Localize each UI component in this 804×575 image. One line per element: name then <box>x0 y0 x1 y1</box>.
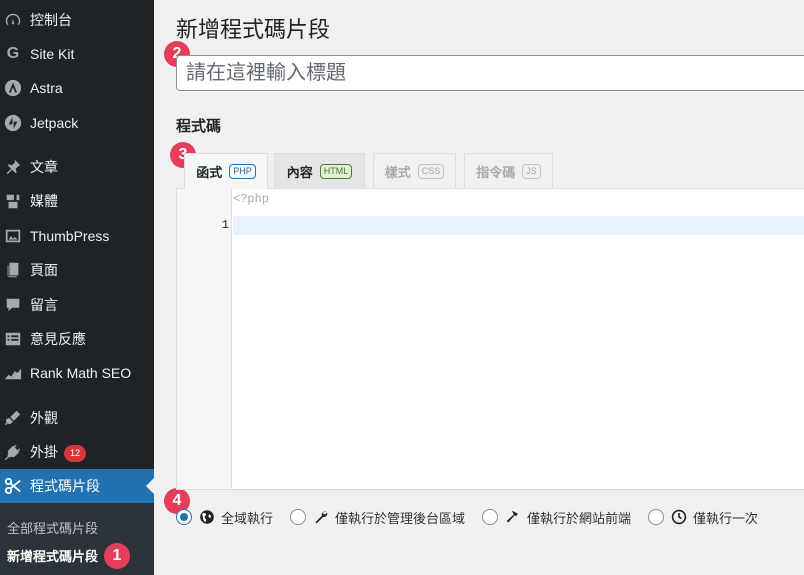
menu-item-label: Astra <box>30 80 63 96</box>
tab-label: 樣式 <box>384 165 411 180</box>
menu-item-label: 外掛 12 <box>30 442 86 462</box>
jetpack-icon <box>4 114 22 132</box>
tab-type-tag: HTML <box>319 164 353 179</box>
snippet-title-input[interactable] <box>176 55 804 91</box>
submenu: 全部程式碼片段 新增程式碼片段 <box>0 503 154 575</box>
line-number-gutter <box>177 189 232 489</box>
page-title: 新增程式碼片段 <box>176 17 331 42</box>
update-count-badge: 12 <box>64 444 86 462</box>
tab-type-tag: PHP <box>229 164 256 179</box>
scope-option-global[interactable]: 全域執行 <box>176 508 273 527</box>
menu-item-label: 程式碼片段 <box>30 478 100 494</box>
scope-radio-once[interactable] <box>648 509 665 525</box>
feedback-icon <box>4 330 22 348</box>
site-kit-icon: G <box>6 45 20 62</box>
menu-item-label: 留言 <box>30 297 58 313</box>
menu-item-label: 外觀 <box>30 410 58 426</box>
menu-item-label: 意見反應 <box>30 331 86 347</box>
astra-icon <box>4 79 22 97</box>
active-code-line[interactable] <box>233 216 804 235</box>
scope-option-frontend[interactable]: 僅執行於網站前端 <box>482 508 631 527</box>
menu-item-dashboard[interactable]: 控制台 <box>0 3 154 37</box>
scope-label: 僅執行一次 <box>693 510 759 526</box>
menu-item-comments[interactable]: 留言 <box>0 288 154 322</box>
rank-math-icon <box>4 364 22 382</box>
tab-label: 內容 <box>286 165 313 180</box>
menu-item-feedback[interactable]: 意見反應 <box>0 322 154 356</box>
dashboard-icon <box>4 11 22 29</box>
scope-option-admin[interactable]: 僅執行於管理後台區域 <box>290 508 465 527</box>
scope-label: 全域執行 <box>221 510 274 526</box>
menu-item-code-snippets[interactable]: 程式碼片段 <box>0 469 154 503</box>
tab-type-tag: CSS <box>417 164 445 179</box>
pin-icon <box>4 158 22 176</box>
menu-item-thumbpress[interactable]: ThumbPress <box>0 219 154 253</box>
menu-item-label: Jetpack <box>30 115 79 131</box>
scope-option-once[interactable]: 僅執行一次 <box>648 508 758 527</box>
tab-functions-php[interactable]: 函式 PHP <box>184 153 268 189</box>
menu-item-site-kit[interactable]: G Site Kit <box>0 37 154 71</box>
scope-label: 僅執行於網站前端 <box>527 510 632 526</box>
comment-icon <box>4 296 22 314</box>
scope-radio-frontend[interactable] <box>482 509 499 525</box>
hammer-icon <box>505 509 521 525</box>
code-section-label: 程式碼 <box>176 118 222 135</box>
wrench-icon <box>313 509 329 525</box>
brush-icon <box>4 409 22 427</box>
scissors-icon <box>4 477 22 495</box>
menu-item-label-text: 外掛 <box>30 444 58 460</box>
tab-type-tag: JS <box>522 164 541 179</box>
menu-item-pages[interactable]: 頁面 <box>0 253 154 287</box>
menu-item-label: 文章 <box>30 159 58 175</box>
menu-item-label: 媒體 <box>30 193 58 209</box>
media-icon <box>4 192 22 210</box>
admin-sidebar: 控制台 G Site Kit Astra Jetpack 文章 媒體 Thumb… <box>0 0 154 575</box>
plugin-icon <box>4 443 22 461</box>
scope-radio-admin[interactable] <box>290 509 307 525</box>
code-editor[interactable]: <?php 1 <box>176 188 804 490</box>
clock-icon <box>671 509 687 525</box>
menu-item-jetpack[interactable]: Jetpack <box>0 106 154 140</box>
callout-marker-1: 1 <box>104 543 130 569</box>
globe-icon <box>199 509 215 525</box>
scope-label: 僅執行於管理後台區域 <box>335 510 466 526</box>
pages-icon <box>4 261 22 279</box>
menu-item-posts[interactable]: 文章 <box>0 150 154 184</box>
menu-item-appearance[interactable]: 外觀 <box>0 401 154 435</box>
submenu-item-all-snippets[interactable]: 全部程式碼片段 <box>7 518 98 537</box>
menu-item-plugins[interactable]: 外掛 12 <box>0 435 154 469</box>
menu-item-label: ThumbPress <box>30 228 110 244</box>
menu-item-label: 頁面 <box>30 262 58 278</box>
menu-item-label: Site Kit <box>30 46 75 62</box>
run-scope-options: 全域執行 僅執行於管理後台區域 僅執行於網站前端 僅執行一次 <box>176 506 775 528</box>
scope-radio-global[interactable] <box>176 509 192 525</box>
menu-item-label: 控制台 <box>30 12 72 28</box>
tab-scripts-js[interactable]: 指令碼 JS <box>464 153 553 189</box>
php-open-tag: <?php <box>233 192 270 206</box>
tab-label: 函式 <box>196 165 223 180</box>
menu-item-astra[interactable]: Astra <box>0 71 154 105</box>
tab-content-html[interactable]: 內容 HTML <box>274 153 365 189</box>
tab-styles-css[interactable]: 樣式 CSS <box>373 153 456 189</box>
submenu-item-add-new-snippet[interactable]: 新增程式碼片段 <box>7 546 98 565</box>
tab-label: 指令碼 <box>476 165 516 180</box>
active-menu-arrow <box>146 478 154 494</box>
line-number: 1 <box>221 218 229 232</box>
menu-item-media[interactable]: 媒體 <box>0 184 154 218</box>
image-icon <box>4 227 22 245</box>
menu-item-label: Rank Math SEO <box>30 365 132 381</box>
menu-item-rank-math[interactable]: Rank Math SEO <box>0 356 154 390</box>
